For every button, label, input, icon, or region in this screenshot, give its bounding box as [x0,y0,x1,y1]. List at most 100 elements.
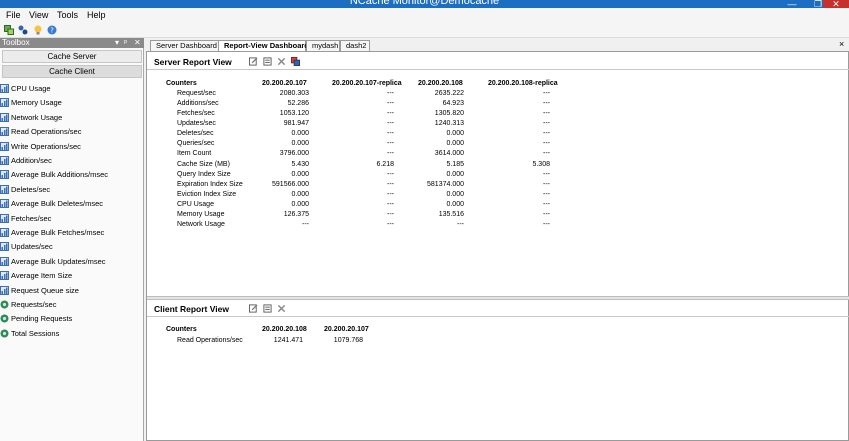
counter-value: 0.000 [446,140,464,148]
toolbox-item-label: Pending Requests [11,314,73,324]
category-cache-server[interactable]: Cache Server [2,50,142,63]
help-icon[interactable]: ? [47,25,57,35]
toolbox-item[interactable]: CPU Usage [0,82,144,95]
toolbox-menu-icon[interactable]: ▾ [115,38,119,48]
counter-icon [0,112,9,122]
toolbox-item[interactable]: Pending Requests [0,312,144,325]
counter-icon [0,199,9,209]
counter-value: 0.000 [446,200,464,208]
counter-value: 2635.222 [434,90,464,97]
toolbox-close-icon[interactable]: ✕ [134,38,141,48]
counter-value: --- [543,190,550,198]
toolbox-item-label: Write Operations/sec [11,141,81,151]
toolbox-item[interactable]: Fetches/sec [0,212,144,225]
toolbox-item[interactable]: Average Bulk Additions/msec [0,168,144,181]
counter-value: --- [543,130,550,138]
toolbox-item[interactable]: Addition/sec [0,154,144,167]
counter-value: 5.308 [532,160,550,168]
counter-value: 52.286 [287,100,309,108]
counter-icon [0,98,9,108]
toolbox-item-label: Request Queue size [11,285,79,295]
server-report-separator [147,69,849,70]
toolbox-item[interactable]: Total Sessions [0,327,144,340]
counter-value: 0.000 [446,190,464,198]
menu-bar: File View Tools Help [0,8,849,22]
counter-icon [0,329,9,338]
menu-help[interactable]: Help [87,10,106,21]
counter-value: 1079.768 [333,337,363,344]
toolbox-item-label: Network Usage [11,112,63,122]
counter-name: Additions/sec [177,100,219,108]
toolbox-item[interactable]: Average Bulk Updates/msec [0,255,144,268]
close-button[interactable]: ✕ [823,0,849,8]
node-column-header: 20.200.20.108 [262,326,307,333]
window-title: NCache Monitor@Democache [349,0,500,7]
tab-report-view-dashboard[interactable]: Report-View Dashboard [218,40,309,51]
counter-value: --- [543,90,550,97]
minimize-button[interactable]: — [779,0,805,8]
toolbox-item[interactable]: Average Bulk Deletes/msec [0,197,144,210]
counter-name: Memory Usage [177,210,225,218]
menu-view[interactable]: View [29,10,48,21]
category-cache-client[interactable]: Cache Client [2,65,142,78]
counter-icon [0,300,9,309]
counter-value: 0.000 [291,170,309,178]
node-column-header: 20.200.20.108 [418,80,463,87]
counter-icon [0,314,9,323]
counter-value: 0.000 [446,130,464,138]
toolbox-item[interactable]: Read Operations/sec [0,125,144,138]
client-edit-icon[interactable] [249,304,258,313]
toolbox-item[interactable]: Memory Usage [0,96,144,109]
counter-icon [0,170,9,180]
counter-name: Item Count [177,150,212,158]
toolbox-item[interactable]: Requests/sec [0,298,144,311]
client-configure-icon[interactable] [263,304,272,313]
toolbox-item[interactable]: Request Queue size [0,284,144,297]
tip-icon[interactable] [33,25,43,35]
server-report-title: Server Report View [154,57,232,67]
close-tab-icon[interactable]: × [839,39,844,50]
toolbox-item[interactable]: Updates/sec [0,240,144,253]
toolbox-item-label: CPU Usage [11,84,51,93]
nodes-icon[interactable] [18,25,28,35]
tab-dash2[interactable]: dash2 [340,40,370,51]
counter-name: Updates/sec [177,120,216,128]
counter-value: 0.000 [291,130,309,138]
counter-value: 3614.000 [434,150,464,158]
toolbox-item[interactable]: Average Bulk Fetches/msec [0,226,144,239]
counter-value: --- [543,210,550,218]
node-column-header: 20.200.20.107-replica [332,80,402,87]
counter-name: Queries/sec [177,140,215,148]
tab-server-dashboard[interactable]: Server Dashboard [150,40,220,51]
export-icon[interactable] [291,57,300,66]
toolbox-pin-icon[interactable]: ᵖ [124,38,127,48]
splitter[interactable] [147,296,849,300]
counter-value: 581374.000 [427,180,464,188]
new-cluster-icon[interactable] [4,25,14,35]
toolbar: ? [0,22,849,38]
configure-icon[interactable] [263,57,272,66]
toolbox-item[interactable]: Average Item Size [0,269,144,282]
remove-icon[interactable] [277,57,286,66]
toolbox-item-label: Requests/sec [11,300,57,309]
counter-value: 591566.000 [272,180,309,188]
toolbox-item[interactable]: Write Operations/sec [0,140,144,153]
toolbox-item[interactable]: Deletes/sec [0,183,144,196]
edit-icon[interactable] [249,57,258,66]
counter-value: 5.430 [291,160,309,168]
counter-value: 1053.120 [279,110,309,118]
counter-value: 5.185 [446,160,464,168]
tab-mydash[interactable]: mydash [306,40,340,51]
counter-icon [0,84,9,93]
client-report-title: Client Report View [154,304,229,314]
toolbox-item[interactable]: Network Usage [0,111,144,124]
counter-icon [0,184,9,194]
counter-icon [0,156,9,165]
counter-value: --- [543,200,550,208]
menu-tools[interactable]: Tools [57,10,78,21]
menu-file[interactable]: File [6,10,21,21]
counter-name: Fetches/sec [177,110,215,118]
counter-value: --- [457,221,464,229]
toolbox-item-label: Average Bulk Fetches/msec [11,228,105,237]
client-remove-icon[interactable] [277,304,286,313]
